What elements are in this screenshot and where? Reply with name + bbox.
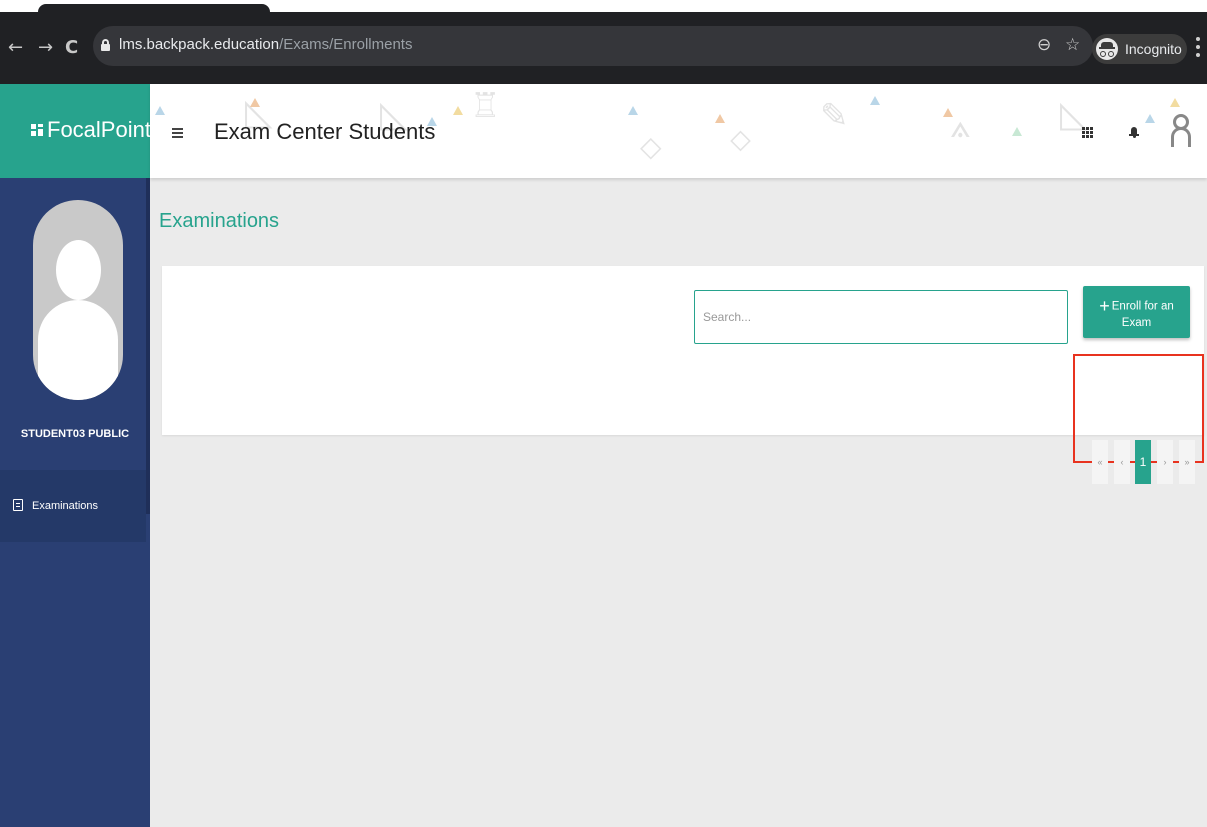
- apps-grid-icon[interactable]: [1082, 127, 1093, 138]
- zoom-icon[interactable]: ⊖: [1037, 35, 1051, 55]
- deco-triangle: [943, 108, 953, 117]
- deco-triangle: [155, 106, 165, 115]
- logo-icon: [31, 124, 43, 136]
- deco-triangle: [870, 96, 880, 105]
- incognito-label: Incognito: [1125, 41, 1182, 57]
- search-input[interactable]: [694, 290, 1068, 344]
- pagination-first[interactable]: «: [1092, 440, 1108, 484]
- menu-toggle-icon[interactable]: [172, 128, 183, 138]
- sidebar-item-label: Examinations: [32, 500, 99, 512]
- bell-icon[interactable]: [1129, 125, 1139, 139]
- deco-triangle: [628, 106, 638, 115]
- brand-name: FocalPoint: [47, 117, 151, 142]
- browser-toolbar: ← → C lms.backpack.education/Exams/Enrol…: [0, 12, 1207, 84]
- lock-icon[interactable]: [101, 39, 110, 51]
- top-header: ◺ ♖ ◺ ◇ ⬦ ✎ ⟑ ◺ Exam Center Students: [150, 84, 1207, 178]
- cap-doodle-icon: ◇: [640, 130, 662, 163]
- url-host: lms.backpack.education: [119, 36, 280, 53]
- sidebar-scrollbar[interactable]: [146, 178, 150, 514]
- browser-tabstrip: [0, 0, 1207, 18]
- user-profile-icon[interactable]: [1171, 114, 1191, 147]
- section-title: Examinations: [159, 210, 280, 232]
- pencil-doodle-icon: ✎: [820, 96, 849, 136]
- pagination-page-1[interactable]: 1: [1135, 440, 1151, 484]
- user-name: STUDENT03 PUBLIC: [20, 428, 130, 440]
- url-path: /Exams/Enrollments: [279, 36, 413, 53]
- exams-card: +Enroll for an Exam: [162, 266, 1204, 435]
- deco-triangle: [1012, 127, 1022, 136]
- screenshot-frame: ← → C lms.backpack.education/Exams/Enrol…: [0, 0, 1207, 827]
- page-title: Exam Center Students: [214, 119, 436, 144]
- ruler-doodle-icon-2: ⬦: [730, 122, 751, 157]
- deco-triangle: [715, 114, 725, 123]
- pagination-last[interactable]: »: [1179, 440, 1195, 484]
- url-text[interactable]: lms.backpack.education/Exams/Enrollments: [119, 36, 412, 53]
- pagination-prev[interactable]: ‹: [1114, 440, 1130, 484]
- plus-icon: +: [1099, 295, 1110, 316]
- browser-menu-icon[interactable]: [1196, 37, 1200, 61]
- compass-doodle-icon: ⟑: [950, 106, 971, 146]
- enroll-exam-button[interactable]: + Enroll for an Exam: [1083, 286, 1190, 338]
- sidebar: STUDENT03 PUBLIC Examinations: [0, 178, 150, 827]
- document-icon: [13, 499, 23, 511]
- trophy-doodle-icon: ♖: [470, 86, 501, 126]
- forward-button[interactable]: →: [38, 36, 53, 60]
- enroll-exam-label: Enroll for an Exam: [1111, 300, 1174, 329]
- star-icon[interactable]: ☆: [1065, 35, 1080, 55]
- sidebar-item-examinations[interactable]: Examinations: [0, 470, 146, 542]
- reload-button[interactable]: C: [65, 36, 78, 60]
- avatar: [33, 200, 123, 400]
- app: FocalPoint ◺ ♖ ◺ ◇ ⬦ ✎ ⟑ ◺ Exam Center S…: [0, 84, 1207, 827]
- deco-triangle: [250, 98, 260, 107]
- address-bar[interactable]: lms.backpack.education/Exams/Enrollments…: [93, 26, 1093, 66]
- incognito-badge[interactable]: Incognito: [1092, 34, 1187, 64]
- deco-triangle: [453, 106, 463, 115]
- incognito-icon: [1096, 38, 1118, 60]
- deco-triangle: [1145, 114, 1155, 123]
- pagination-next[interactable]: ›: [1157, 440, 1173, 484]
- back-button[interactable]: ←: [8, 36, 23, 60]
- brand-logo[interactable]: FocalPoint: [0, 84, 151, 178]
- deco-triangle: [1170, 98, 1180, 107]
